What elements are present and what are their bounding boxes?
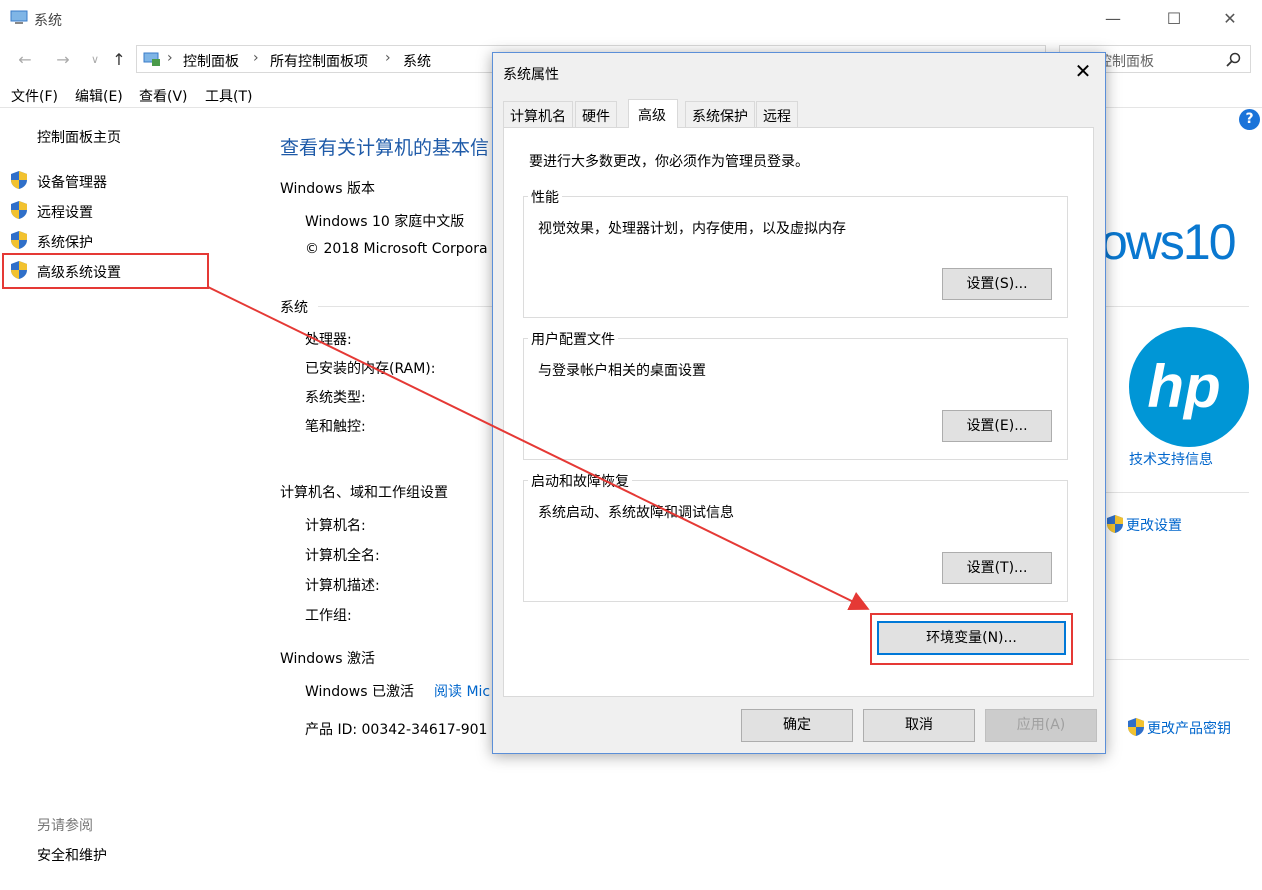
ok-button[interactable]: 确定 <box>741 709 853 742</box>
breadcrumb-all-items[interactable]: 所有控制面板项 <box>270 51 368 71</box>
activation-status: Windows 已激活 <box>305 684 414 700</box>
computer-name-label: 计算机名: <box>305 518 366 534</box>
window-title: 系统 <box>34 13 62 29</box>
page-title: 查看有关计算机的基本信 <box>280 137 490 159</box>
tab-computer-name[interactable]: 计算机名 <box>503 101 573 127</box>
sidebar-item-label: 远程设置 <box>37 205 93 221</box>
performance-settings-button[interactable]: 设置(S)... <box>942 268 1052 300</box>
menu-file[interactable]: 文件(F) <box>11 86 58 106</box>
up-arrow-icon[interactable]: ↑ <box>108 50 130 70</box>
performance-group-title: 性能 <box>528 187 562 207</box>
sidebar-item-device-manager[interactable]: 设备管理器 <box>8 170 198 192</box>
control-panel-icon <box>143 52 160 66</box>
sidebar-item-advanced-system-settings[interactable]: 高级系统设置 <box>8 260 198 282</box>
search-icon[interactable] <box>1226 52 1241 67</box>
change-settings-label: 更改设置 <box>1126 518 1182 534</box>
workgroup-label: 工作组: <box>305 608 352 624</box>
product-id: 产品 ID: 00342-34617-901 <box>305 722 488 738</box>
help-icon[interactable]: ? <box>1239 109 1260 130</box>
cancel-button[interactable]: 取消 <box>863 709 975 742</box>
dialog-close-button[interactable]: ✕ <box>1071 59 1095 83</box>
advanced-tab-panel: 要进行大多数更改，你必须作为管理员登录。 视觉效果，处理器计划，内存使用，以及虚… <box>503 127 1094 697</box>
uac-shield-icon <box>1128 718 1144 736</box>
admin-note: 要进行大多数更改，你必须作为管理员登录。 <box>529 154 809 170</box>
user-profiles-group-title: 用户配置文件 <box>528 329 618 349</box>
sidebar-item-label: 设备管理器 <box>37 175 107 191</box>
license-terms-link[interactable]: 阅读 Mic <box>434 681 490 701</box>
tab-advanced[interactable]: 高级 <box>628 99 678 128</box>
divider <box>1106 659 1249 660</box>
windows-edition-value: Windows 10 家庭中文版 <box>305 214 465 230</box>
change-settings-link[interactable]: 更改设置 <box>1106 513 1216 535</box>
ram-label: 已安装的内存(RAM): <box>305 361 436 377</box>
close-window-button[interactable]: ✕ <box>1210 8 1250 30</box>
tab-system-protection[interactable]: 系统保护 <box>685 101 755 127</box>
security-maintenance-link[interactable]: 安全和维护 <box>37 845 107 865</box>
support-info-link[interactable]: 技术支持信息 <box>1129 449 1213 469</box>
startup-recovery-settings-button[interactable]: 设置(T)... <box>942 552 1052 584</box>
full-computer-name-label: 计算机全名: <box>305 548 380 564</box>
breadcrumb-control-panel[interactable]: 控制面板 <box>183 51 239 71</box>
section-header-activation: Windows 激活 <box>280 651 375 667</box>
windows10-logo: ows10 <box>1100 213 1240 275</box>
sidebar-item-system-protection[interactable]: 系统保护 <box>8 230 198 252</box>
dialog-title: 系统属性 <box>503 67 559 83</box>
window-titlebar: 系统 — ☐ ✕ <box>0 0 1262 38</box>
performance-description: 视觉效果，处理器计划，内存使用，以及虚拟内存 <box>538 221 846 237</box>
back-arrow-icon[interactable]: ← <box>14 50 36 70</box>
forward-arrow-icon[interactable]: → <box>52 50 74 70</box>
menu-tools[interactable]: 工具(T) <box>205 86 252 106</box>
uac-shield-icon <box>1107 515 1123 533</box>
copyright-text: © 2018 Microsoft Corpora <box>305 241 488 257</box>
user-profiles-group: 与登录帐户相关的桌面设置 设置(E)... <box>523 338 1068 460</box>
section-header-windows-edition: Windows 版本 <box>280 181 375 197</box>
breadcrumb-separator: › <box>385 50 391 66</box>
computer-icon <box>10 10 28 24</box>
sidebar-item-remote-settings[interactable]: 远程设置 <box>8 200 198 222</box>
environment-variables-button[interactable]: 环境变量(N)... <box>877 621 1066 655</box>
menu-view[interactable]: 查看(V) <box>139 86 188 106</box>
uac-shield-icon <box>11 201 27 219</box>
user-profiles-description: 与登录帐户相关的桌面设置 <box>538 363 706 379</box>
divider <box>318 306 492 307</box>
maximize-button[interactable]: ☐ <box>1154 8 1194 30</box>
section-header-computer-name: 计算机名、域和工作组设置 <box>280 485 448 501</box>
startup-recovery-group: 系统启动、系统故障和调试信息 设置(T)... <box>523 480 1068 602</box>
user-profiles-settings-button[interactable]: 设置(E)... <box>942 410 1052 442</box>
sidebar-item-label: 高级系统设置 <box>37 265 121 281</box>
sidebar-item-label: 系统保护 <box>37 235 93 251</box>
breadcrumb-separator: › <box>167 50 173 66</box>
uac-shield-icon <box>11 171 27 189</box>
breadcrumb-separator: › <box>253 50 259 66</box>
uac-shield-icon <box>11 261 27 279</box>
see-also-header: 另请参阅 <box>37 818 93 834</box>
minimize-button[interactable]: — <box>1093 8 1133 30</box>
hp-logo-text: hp <box>1147 353 1220 420</box>
change-product-key-link[interactable]: 更改产品密钥 <box>1127 716 1257 738</box>
processor-label: 处理器: <box>305 332 352 348</box>
recent-chevron-down-icon[interactable]: ∨ <box>84 53 106 73</box>
pen-touch-label: 笔和触控: <box>305 419 366 435</box>
system-type-label: 系统类型: <box>305 390 366 406</box>
tab-hardware[interactable]: 硬件 <box>575 101 617 127</box>
breadcrumb-system[interactable]: 系统 <box>403 51 431 71</box>
sidebar-home-link[interactable]: 控制面板主页 <box>37 127 121 147</box>
section-header-system: 系统 <box>280 300 308 316</box>
divider <box>1106 492 1249 493</box>
performance-group: 视觉效果，处理器计划，内存使用，以及虚拟内存 设置(S)... <box>523 196 1068 318</box>
menu-edit[interactable]: 编辑(E) <box>75 86 123 106</box>
apply-button[interactable]: 应用(A) <box>985 709 1097 742</box>
startup-recovery-description: 系统启动、系统故障和调试信息 <box>538 505 734 521</box>
hp-logo: hp <box>1129 327 1249 447</box>
windows10-logo-text: ows10 <box>1100 214 1237 270</box>
tab-remote[interactable]: 远程 <box>756 101 798 127</box>
change-product-key-label: 更改产品密钥 <box>1147 721 1231 737</box>
uac-shield-icon <box>11 231 27 249</box>
divider <box>1106 306 1249 307</box>
computer-description-label: 计算机描述: <box>305 578 380 594</box>
search-placeholder: 控制面板 <box>1098 54 1154 70</box>
startup-recovery-group-title: 启动和故障恢复 <box>528 471 632 491</box>
system-properties-dialog: 系统属性 ✕ 计算机名 硬件 高级 系统保护 远程 要进行大多数更改，你必须作为… <box>492 52 1106 754</box>
